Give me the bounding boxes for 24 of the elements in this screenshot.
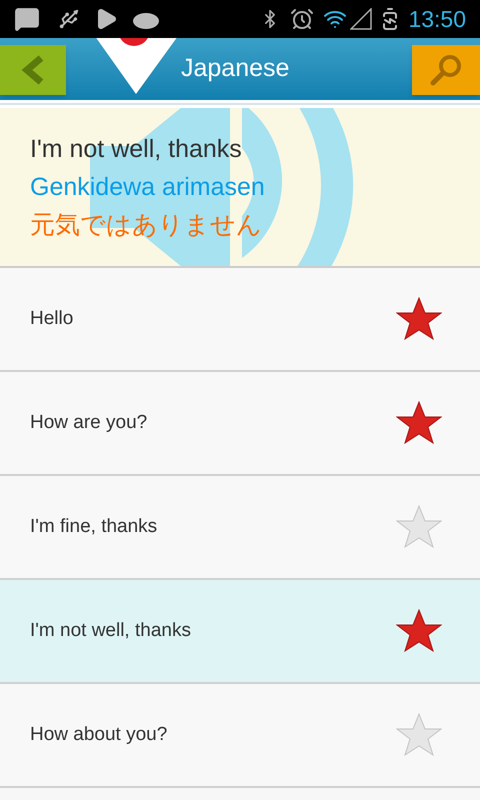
phrase-text: How are you?: [30, 410, 148, 435]
english-phrase: I'm not well, thanks: [30, 134, 243, 164]
phrase-text: I'm fine, thanks: [30, 514, 158, 539]
star-icon[interactable]: [396, 401, 442, 445]
star-icon[interactable]: [396, 505, 442, 549]
romaji-phrase: Genkidewa arimasen: [30, 172, 266, 202]
signal-icon: [350, 8, 372, 30]
japanese-phrase: 元気ではありません: [30, 210, 263, 240]
back-button[interactable]: [0, 45, 66, 95]
phrase-text: Hello: [30, 306, 74, 331]
phrase-text: I'm not well, thanks: [30, 618, 192, 643]
phrase-text: How about you?: [30, 722, 168, 747]
clock: 13:50: [408, 4, 466, 34]
search-button[interactable]: [412, 45, 480, 95]
search-icon: [429, 53, 463, 87]
usb-icon: [58, 8, 80, 30]
star-icon[interactable]: [396, 609, 442, 653]
alarm-icon: [290, 7, 314, 31]
header-title: Japanese: [181, 53, 290, 84]
chevron-left-icon: [21, 55, 45, 85]
chat-icon: [14, 6, 40, 32]
star-icon[interactable]: [396, 713, 442, 757]
phrase-row[interactable]: I'm not well, thanks: [0, 580, 480, 684]
star-icon[interactable]: [396, 297, 442, 341]
